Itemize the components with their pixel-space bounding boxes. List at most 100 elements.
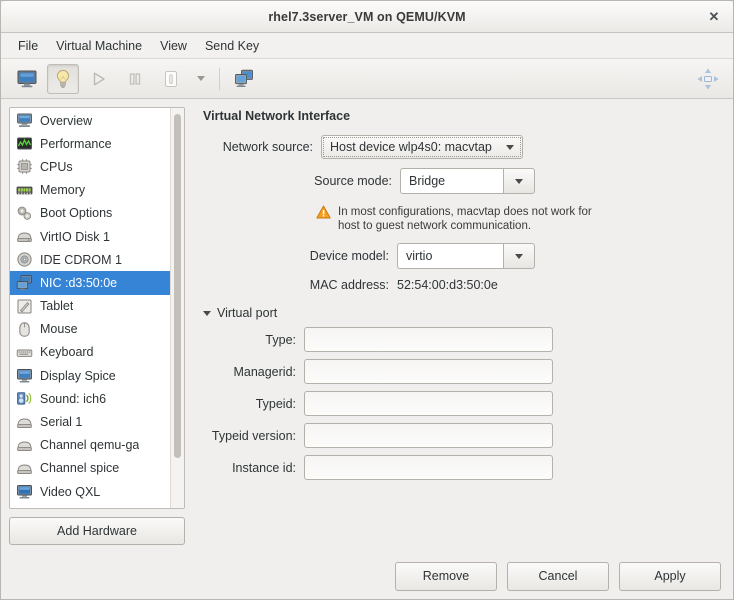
source-mode-row: Source mode: Bridge <box>201 168 721 194</box>
virtualport-managerid-label: Managerid: <box>233 364 296 379</box>
device-model-combo[interactable]: virtio <box>397 243 535 269</box>
source-mode-value: Bridge <box>400 168 503 194</box>
sidebar-item-label: NIC :d3:50:0e <box>40 275 118 290</box>
details-lightbulb-icon[interactable] <box>47 63 79 94</box>
shutdown-power-icon <box>155 64 187 94</box>
sidebar-item-channel-qemu-ga[interactable]: Channel qemu-ga <box>10 434 170 457</box>
sidebar-item-label: Overview <box>40 113 93 128</box>
mac-address-label: MAC address: <box>309 278 389 292</box>
triangle-down-icon <box>203 310 211 316</box>
sidebar-item-performance[interactable]: Performance <box>10 132 170 155</box>
details-panel: Virtual Network Interface Network source… <box>191 99 733 553</box>
sidebar-item-memory[interactable]: Memory <box>10 179 170 202</box>
sidebar-scrollbar-thumb[interactable] <box>174 114 181 458</box>
virtualport-typeid-version-row: Typeid version: <box>201 423 721 448</box>
network-source-combo[interactable]: Host device wlp4s0: macvtap <box>321 135 523 159</box>
sidebar-item-label: Channel spice <box>40 461 120 476</box>
serial-port-icon <box>17 418 32 428</box>
virtualport-instance-id-input[interactable] <box>304 455 553 480</box>
sidebar-item-label: Boot Options <box>40 206 113 221</box>
sidebar-item-label: VirtIO Disk 1 <box>40 229 110 244</box>
memory-ram-icon <box>16 186 33 195</box>
sidebar-item-label: Serial 1 <box>40 415 83 430</box>
device-model-value: virtio <box>397 243 503 269</box>
source-mode-label: Source mode: <box>314 174 392 188</box>
display-monitor-icon <box>17 369 32 383</box>
network-source-label: Network source: <box>222 140 313 154</box>
controller-card-icon <box>16 506 33 508</box>
virtualport-typeid-version-input[interactable] <box>304 423 553 448</box>
virtualport-type-input[interactable] <box>304 327 553 352</box>
source-mode-combo[interactable]: Bridge <box>400 168 535 194</box>
fullscreen-resize-icon[interactable] <box>695 66 721 92</box>
close-icon[interactable]: ✕ <box>705 8 723 26</box>
sidebar-item-label: Channel qemu-ga <box>40 438 140 453</box>
virtualport-managerid-input[interactable] <box>304 359 553 384</box>
sidebar-item-nic[interactable]: NIC :d3:50:0e <box>10 271 170 295</box>
virtualport-managerid-row: Managerid: <box>201 359 721 384</box>
virtual-port-expander[interactable]: Virtual port <box>203 306 721 320</box>
menu-file[interactable]: File <box>9 37 47 55</box>
chevron-down-icon <box>515 178 523 184</box>
macvtap-warning: In most configurations, macvtap does not… <box>316 205 721 233</box>
virtualport-typeid-row: Typeid: <box>201 391 721 416</box>
source-mode-dropdown-button[interactable] <box>503 168 535 194</box>
sidebar-item-cpus[interactable]: CPUs <box>10 155 170 178</box>
sidebar-item-serial-1[interactable]: Serial 1 <box>10 410 170 433</box>
menu-send-key[interactable]: Send Key <box>196 37 268 55</box>
device-model-dropdown-button[interactable] <box>503 243 535 269</box>
sidebar-item-channel-spice[interactable]: Channel spice <box>10 457 170 480</box>
virtualport-instance-id-row: Instance id: <box>201 455 721 480</box>
sidebar-item-boot-options[interactable]: Boot Options <box>10 202 170 225</box>
snapshots-clone-icon[interactable] <box>228 64 260 94</box>
dialog-footer: Remove Cancel Apply <box>1 553 733 599</box>
sidebar-item-label: CPUs <box>40 159 73 174</box>
channel-icon <box>17 441 32 451</box>
macvtap-warning-text: In most configurations, macvtap does not… <box>338 206 592 232</box>
shutdown-dropdown-arrow-icon[interactable] <box>191 65 211 93</box>
menu-virtual-machine[interactable]: Virtual Machine <box>47 37 151 55</box>
sidebar-item-tablet[interactable]: Tablet <box>10 295 170 318</box>
menu-bar: File Virtual Machine View Send Key <box>1 33 733 59</box>
warning-triangle-icon <box>316 205 331 219</box>
toolbar <box>1 59 733 99</box>
add-hardware-button[interactable]: Add Hardware <box>9 517 185 545</box>
console-monitor-icon[interactable] <box>11 64 43 94</box>
video-monitor-icon <box>17 485 32 499</box>
sidebar-item-ide-cdrom-1[interactable]: IDE CDROM 1 <box>10 248 170 271</box>
mac-address-value: 52:54:00:d3:50:0e <box>397 278 498 292</box>
mac-address-row: MAC address: 52:54:00:d3:50:0e <box>201 278 721 292</box>
sidebar-item-label: Keyboard <box>40 345 94 360</box>
performance-graph-icon <box>17 137 32 150</box>
run-play-icon <box>83 64 115 94</box>
cpu-chip-icon <box>17 159 32 175</box>
gears-icon <box>17 206 32 220</box>
sidebar-item-keyboard[interactable]: Keyboard <box>10 341 170 364</box>
virtualport-type-label: Type: <box>265 332 296 347</box>
sidebar-item-mouse[interactable]: Mouse <box>10 318 170 341</box>
sidebar-item-overview[interactable]: Overview <box>10 109 170 132</box>
sidebar-item-sound[interactable]: Sound: ich6 <box>10 387 170 410</box>
sidebar-item-virtio-disk-1[interactable]: VirtIO Disk 1 <box>10 225 170 248</box>
device-model-row: Device model: virtio <box>201 243 721 269</box>
sidebar-item-label: Tablet <box>40 299 74 314</box>
sidebar-item-display-spice[interactable]: Display Spice <box>10 364 170 387</box>
virt-manager-window: rhel7.3server_VM on QEMU/KVM ✕ File Virt… <box>0 0 734 600</box>
virtualport-typeid-input[interactable] <box>304 391 553 416</box>
sidebar-item-controller-usb[interactable]: Controller USB <box>10 503 170 509</box>
menu-view[interactable]: View <box>151 37 196 55</box>
remove-button[interactable]: Remove <box>395 561 497 591</box>
window-title: rhel7.3server_VM on QEMU/KVM <box>268 9 466 24</box>
toolbar-separator <box>219 67 220 90</box>
keyboard-icon <box>16 349 33 357</box>
pause-icon <box>119 64 151 94</box>
chevron-down-icon <box>515 253 523 259</box>
cancel-button[interactable]: Cancel <box>507 561 609 591</box>
virtual-port-expander-label: Virtual port <box>217 306 278 320</box>
sidebar-item-video-qxl[interactable]: Video QXL <box>10 480 170 503</box>
sidebar-scrollbar[interactable] <box>170 108 184 508</box>
hardware-list[interactable]: Overview Performance CPUs Memory Boot Op… <box>10 108 170 508</box>
apply-button[interactable]: Apply <box>619 561 721 591</box>
network-card-icon <box>16 275 32 291</box>
cdrom-disc-icon <box>17 252 32 267</box>
